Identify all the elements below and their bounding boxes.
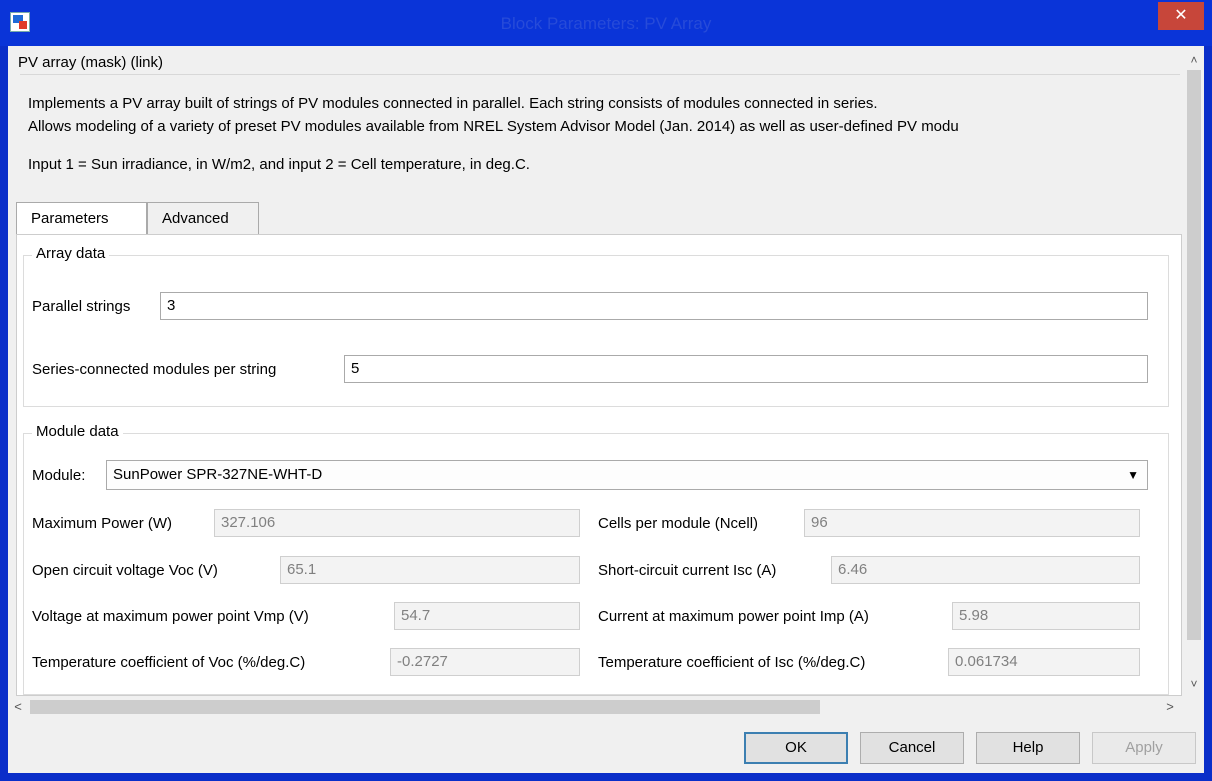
imp-field[interactable]: 5.98 <box>952 602 1140 630</box>
array-data-label: Array data <box>32 245 110 262</box>
tab-advanced[interactable]: Advanced <box>147 202 259 234</box>
tc-isc-row: Temperature coefficient of Isc (%/deg.C)… <box>598 648 1158 676</box>
mask-title: PV array (mask) (link) <box>18 54 164 71</box>
tc-isc-label: Temperature coefficient of Isc (%/deg.C) <box>598 654 866 671</box>
help-button[interactable]: Help <box>976 732 1080 764</box>
parallel-strings-input[interactable]: 3 <box>160 292 1148 320</box>
scroll-down-icon[interactable]: ˅ <box>1184 676 1204 692</box>
tc-voc-row: Temperature coefficient of Voc (%/deg.C)… <box>32 648 592 676</box>
apply-button[interactable]: Apply <box>1092 732 1196 764</box>
dropdown-arrow-icon: ▼ <box>1127 468 1139 482</box>
dialog-window: Block Parameters: PV Array ✕ PV array (m… <box>0 0 1212 781</box>
horizontal-scroll-thumb[interactable] <box>30 700 820 714</box>
module-label: Module: <box>32 467 86 484</box>
tab-parameters[interactable]: Parameters <box>16 202 147 236</box>
vertical-scrollbar[interactable]: ˄ ˅ <box>1184 46 1204 696</box>
voc-row: Open circuit voltage Voc (V) 65.1 <box>32 556 592 584</box>
isc-row: Short-circuit current Isc (A) 6.46 <box>598 556 1158 584</box>
title-bar[interactable]: Block Parameters: PV Array ✕ <box>0 0 1212 46</box>
cells-label: Cells per module (Ncell) <box>598 515 759 532</box>
mask-separator <box>20 74 1180 75</box>
tc-voc-field[interactable]: -0.2727 <box>390 648 580 676</box>
close-button[interactable]: ✕ <box>1158 2 1204 30</box>
module-data-group: Module data Module: SunPower SPR-327NE-W… <box>23 423 1169 695</box>
max-power-field[interactable]: 327.106 <box>214 509 580 537</box>
description-line: Implements a PV array built of strings o… <box>28 95 878 112</box>
imp-row: Current at maximum power point Imp (A) 5… <box>598 602 1158 630</box>
cancel-button[interactable]: Cancel <box>860 732 964 764</box>
mask-description: Implements a PV array built of strings o… <box>28 92 1178 176</box>
description-line: Allows modeling of a variety of preset P… <box>28 118 959 135</box>
parameters-panel: Array data Parallel strings 3 Series-con… <box>16 234 1182 696</box>
isc-label: Short-circuit current Isc (A) <box>598 562 777 579</box>
scroll-up-icon[interactable]: ˄ <box>1184 52 1204 68</box>
window-title: Block Parameters: PV Array <box>500 14 712 33</box>
array-data-group: Array data Parallel strings 3 Series-con… <box>23 245 1169 407</box>
scroll-right-icon[interactable]: > <box>1160 696 1180 718</box>
vmp-field[interactable]: 54.7 <box>394 602 580 630</box>
description-inputs: Input 1 = Sun irradiance, in W/m2, and i… <box>28 156 530 173</box>
cells-field[interactable]: 96 <box>804 509 1140 537</box>
horizontal-scrollbar[interactable]: < > <box>8 696 1204 718</box>
parallel-strings-row: Parallel strings 3 <box>32 292 1162 320</box>
series-modules-row: Series-connected modules per string 5 <box>32 355 1162 383</box>
module-select-row: Module: SunPower SPR-327NE-WHT-D ▼ <box>32 460 1162 490</box>
vmp-row: Voltage at maximum power point Vmp (V) 5… <box>32 602 592 630</box>
scroll-left-icon[interactable]: < <box>8 696 28 718</box>
isc-field[interactable]: 6.46 <box>831 556 1140 584</box>
tc-isc-field[interactable]: 0.061734 <box>948 648 1140 676</box>
voc-label: Open circuit voltage Voc (V) <box>32 562 218 579</box>
voc-field[interactable]: 65.1 <box>280 556 580 584</box>
vertical-scroll-thumb[interactable] <box>1187 70 1201 640</box>
parallel-strings-label: Parallel strings <box>32 298 131 315</box>
module-dropdown[interactable]: SunPower SPR-327NE-WHT-D ▼ <box>106 460 1148 490</box>
series-modules-input[interactable]: 5 <box>344 355 1148 383</box>
vmp-label: Voltage at maximum power point Vmp (V) <box>32 608 309 625</box>
max-power-row: Maximum Power (W) 327.106 <box>32 509 592 537</box>
module-selected-value: SunPower SPR-327NE-WHT-D <box>113 466 323 483</box>
tc-voc-label: Temperature coefficient of Voc (%/deg.C) <box>32 654 306 671</box>
module-data-label: Module data <box>32 423 123 440</box>
series-modules-label: Series-connected modules per string <box>32 361 277 378</box>
ok-button[interactable]: OK <box>744 732 848 764</box>
imp-label: Current at maximum power point Imp (A) <box>598 608 869 625</box>
cells-row: Cells per module (Ncell) 96 <box>598 509 1158 537</box>
dialog-client-area: PV array (mask) (link) Implements a PV a… <box>8 46 1204 773</box>
max-power-label: Maximum Power (W) <box>32 515 173 532</box>
